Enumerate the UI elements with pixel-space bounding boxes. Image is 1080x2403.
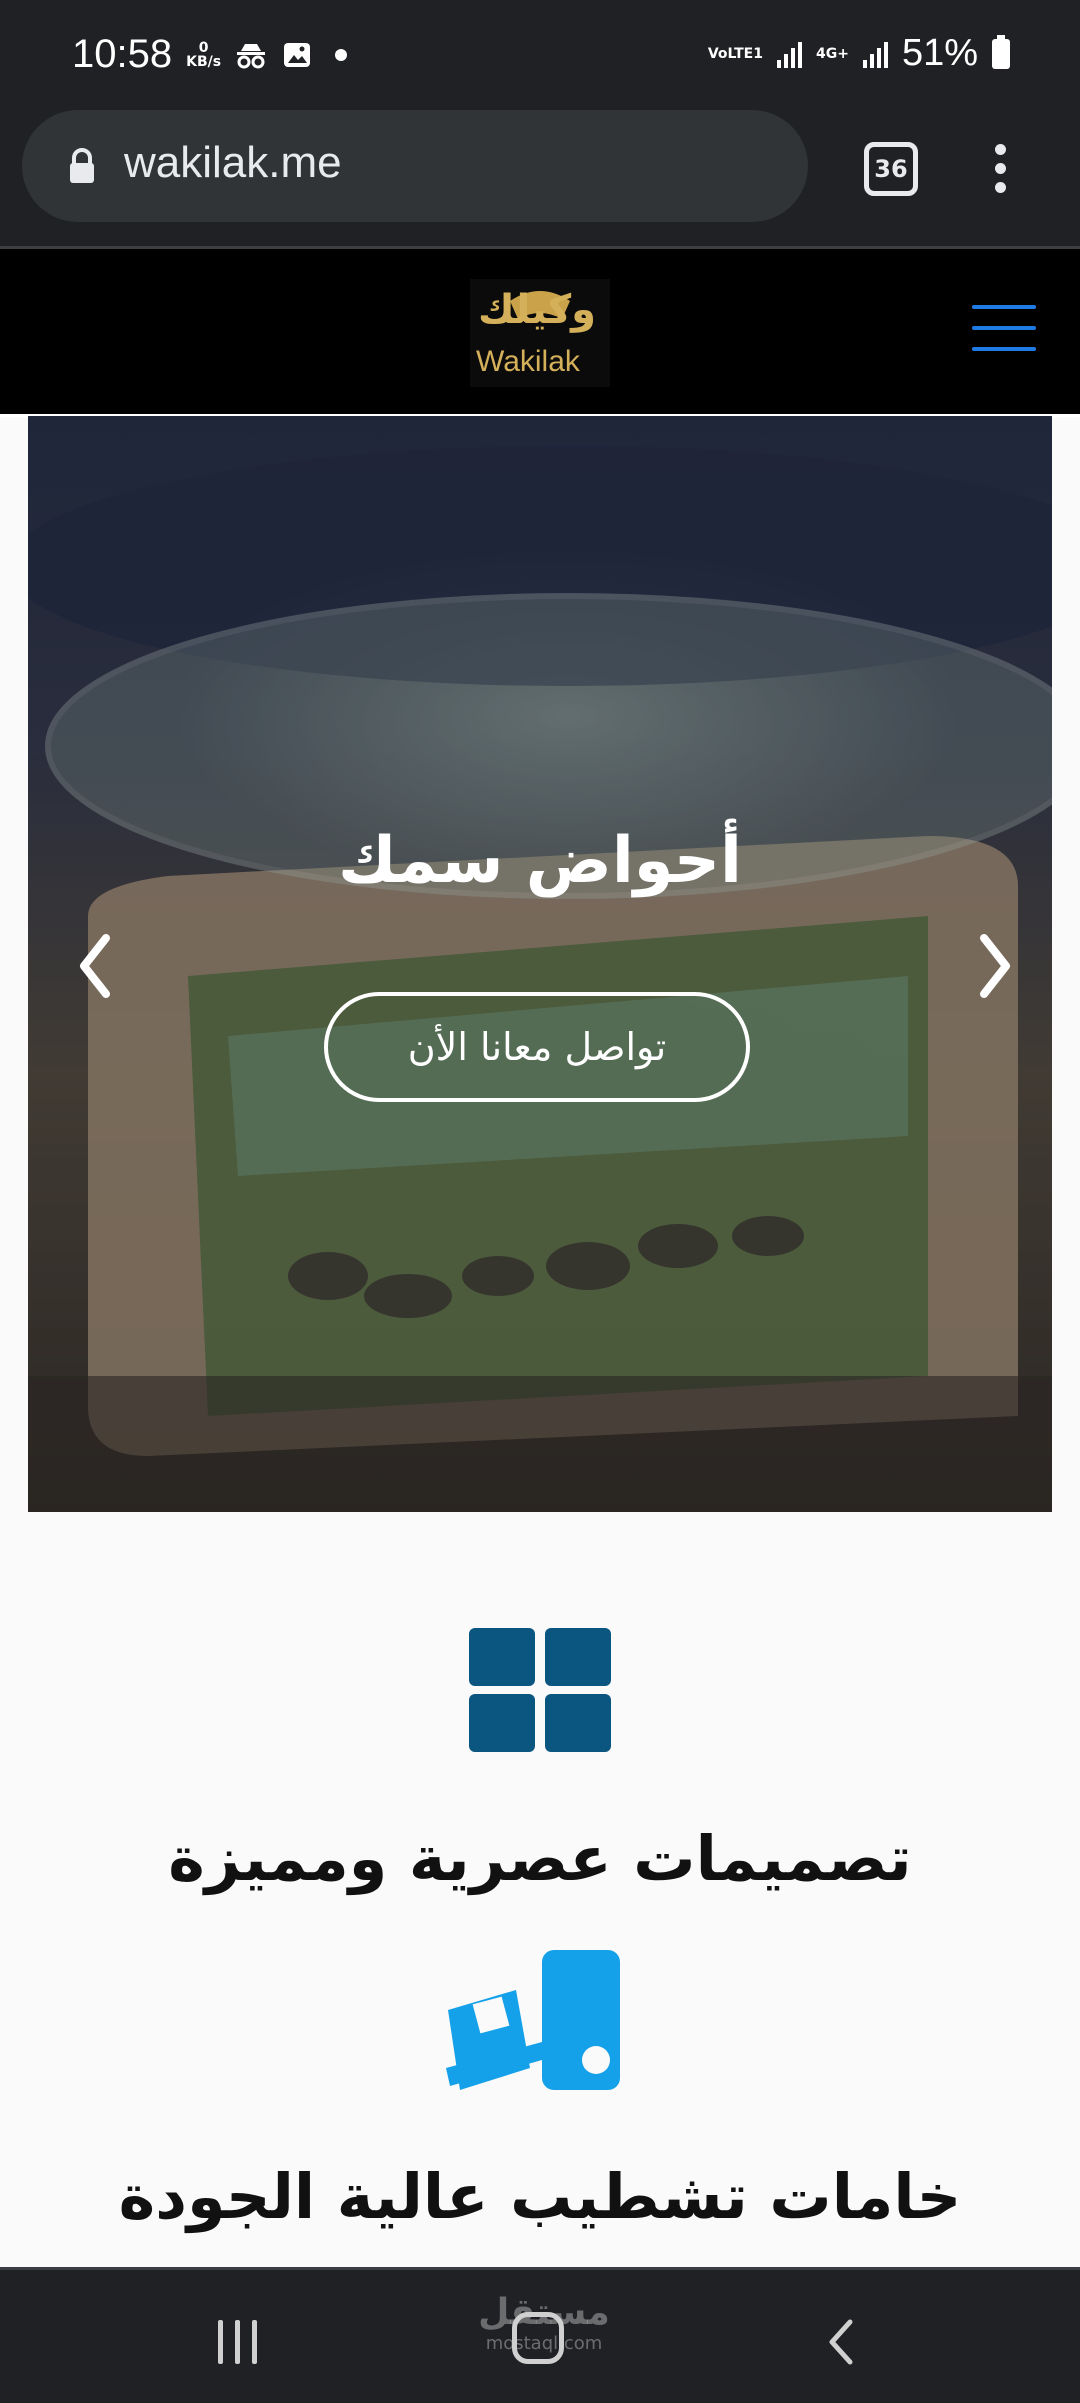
url-bar[interactable]: wakilak.me	[22, 110, 808, 222]
status-time: 10:58	[72, 32, 173, 76]
logo-arabic-text: وكيلك	[478, 287, 597, 333]
net-speed-unit: KB/s	[186, 53, 222, 70]
hero-title: أحواض سمك	[338, 824, 742, 898]
back-icon[interactable]	[826, 2318, 856, 2366]
hero-overlay	[28, 416, 1052, 1512]
tabs-button[interactable]: 36	[864, 142, 918, 196]
truck-icon	[446, 1950, 620, 2090]
tab-count[interactable]: 36	[874, 155, 907, 183]
network-type: 4G+	[815, 45, 849, 62]
battery-percent: 51%	[901, 32, 978, 74]
more-vert-icon[interactable]	[990, 144, 1010, 196]
battery-icon	[992, 34, 1010, 69]
net-speed: 0 KB/s	[186, 41, 221, 69]
system-nav-bar: مستقل mostaql.com	[0, 2267, 1080, 2403]
signal-icon	[776, 40, 802, 68]
lock-icon[interactable]	[62, 146, 102, 186]
grid-icon	[469, 1628, 611, 1752]
status-bar-left: 10:58 0 KB/s	[72, 32, 348, 77]
url-text[interactable]: wakilak.me	[124, 138, 342, 188]
site-logo[interactable]: وكيلك Wakilak	[470, 279, 610, 387]
hamburger-menu-icon[interactable]	[972, 305, 1036, 353]
chevron-left-icon[interactable]	[70, 926, 120, 1006]
status-bar-right: VoLTE1 4G+ 51%	[708, 32, 1010, 75]
recents-icon[interactable]	[216, 2320, 260, 2364]
hero-slider: أحواض سمك تواصل معانا الأن	[28, 416, 1052, 1512]
chevron-right-icon[interactable]	[970, 926, 1020, 1006]
volte-label: VoLTE1	[707, 45, 763, 62]
feature-title: تصميمات عصرية ومميزة	[168, 1822, 912, 1895]
notification-dot	[335, 48, 348, 61]
site-header: وكيلك Wakilak	[0, 249, 1080, 417]
image-icon	[284, 42, 311, 67]
logo-english-text: Wakilak	[476, 345, 580, 378]
status-bar: 10:58 0 KB/s VoLTE1 4G+ 51%	[0, 0, 1080, 110]
home-icon[interactable]	[512, 2312, 564, 2364]
features-section: تصميمات عصرية ومميزة خامات تشطيب عالية ا…	[0, 1512, 1080, 2267]
signal-icon	[862, 40, 888, 68]
contact-us-button[interactable]: تواصل معانا الأن	[324, 992, 750, 1102]
feature-title: خامات تشطيب عالية الجودة	[118, 2160, 962, 2233]
browser-toolbar: wakilak.me 36	[0, 110, 1080, 249]
incognito-icon	[237, 43, 266, 68]
